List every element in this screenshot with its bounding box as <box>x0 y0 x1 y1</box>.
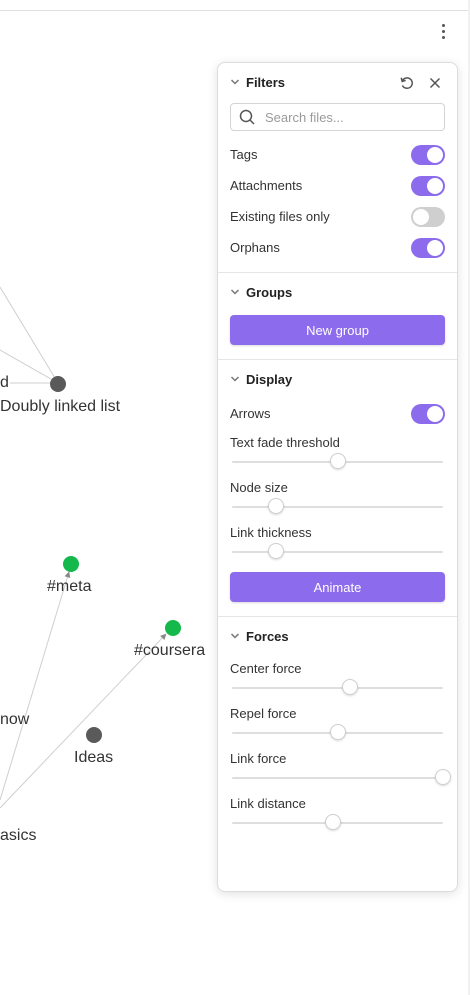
display-title: Display <box>246 371 293 387</box>
slider-center-force: Center force <box>218 661 457 700</box>
slider-text-fade: Text fade threshold <box>218 435 457 474</box>
filters-section: Filters Tags Attachments <box>218 63 457 273</box>
slider-thumb[interactable] <box>329 724 346 740</box>
display-header[interactable]: Display <box>218 360 457 398</box>
chevron-down-icon <box>230 376 240 382</box>
orphans-label: Orphans <box>230 240 280 255</box>
attachments-toggle[interactable] <box>411 175 445 196</box>
graph-link <box>0 286 59 384</box>
orphans-toggle[interactable] <box>411 237 445 258</box>
node-size-label: Node size <box>230 480 288 495</box>
node-label[interactable]: d <box>0 374 9 392</box>
toggle-row-orphans: Orphans <box>218 232 457 263</box>
reset-icon[interactable] <box>399 75 415 91</box>
toggle-row-existing-files: Existing files only <box>218 201 457 232</box>
slider-thumb[interactable] <box>435 769 451 785</box>
link-thickness-label: Link thickness <box>230 525 312 540</box>
node-label[interactable]: now <box>0 711 29 729</box>
graph-node <box>50 376 66 392</box>
graph-link <box>0 571 71 801</box>
display-section: Display Arrows Text fade threshold Node … <box>218 360 457 617</box>
repel-force-slider[interactable] <box>230 721 445 745</box>
slider-thumb[interactable] <box>268 543 285 559</box>
chevron-down-icon <box>230 289 240 295</box>
search-icon <box>239 109 255 125</box>
slider-link-distance: Link distance <box>218 796 457 835</box>
graph-node <box>165 620 181 636</box>
node-label[interactable]: Doubly linked list <box>0 398 120 416</box>
slider-thumb[interactable] <box>325 814 342 830</box>
repel-force-label: Repel force <box>230 706 297 721</box>
node-size-slider[interactable] <box>230 495 445 519</box>
filters-title: Filters <box>246 74 286 90</box>
center-force-slider[interactable] <box>230 676 445 700</box>
center-force-label: Center force <box>230 661 302 676</box>
node-label[interactable]: asics <box>0 827 36 845</box>
slider-repel-force: Repel force <box>218 706 457 745</box>
node-label[interactable]: Ideas <box>74 749 113 767</box>
toggle-row-arrows: Arrows <box>218 398 457 429</box>
groups-header[interactable]: Groups <box>218 273 457 311</box>
slider-node-size: Node size <box>218 480 457 519</box>
toggle-row-attachments: Attachments <box>218 170 457 201</box>
attachments-label: Attachments <box>230 178 303 193</box>
new-group-button[interactable]: New group <box>230 315 445 345</box>
close-icon[interactable] <box>427 75 443 91</box>
graph-node <box>86 727 102 743</box>
tags-label: Tags <box>230 147 258 162</box>
slider-link-thickness: Link thickness <box>218 525 457 564</box>
slider-link-force: Link force <box>218 751 457 790</box>
forces-section: Forces Center force Repel force Link for… <box>218 617 457 835</box>
node-label[interactable]: #meta <box>47 578 91 596</box>
chevron-down-icon <box>230 633 240 639</box>
text-fade-threshold-slider[interactable] <box>230 450 445 474</box>
tags-toggle[interactable] <box>411 144 445 165</box>
slider-thumb[interactable] <box>268 498 285 514</box>
search-files-input[interactable] <box>263 108 427 126</box>
animate-button[interactable]: Animate <box>230 572 445 602</box>
chevron-down-icon <box>230 79 240 85</box>
graph-node <box>63 556 79 572</box>
graph-settings-panel: Filters Tags Attachments <box>217 62 458 892</box>
node-label[interactable]: #coursera <box>134 642 205 660</box>
link-distance-slider[interactable] <box>230 811 445 835</box>
existing-files-only-toggle[interactable] <box>411 206 445 227</box>
slider-thumb[interactable] <box>329 453 346 469</box>
groups-title: Groups <box>246 284 293 300</box>
forces-title: Forces <box>246 628 289 644</box>
link-force-label: Link force <box>230 751 287 766</box>
existing-files-only-label: Existing files only <box>230 209 330 224</box>
slider-thumb[interactable] <box>342 679 359 695</box>
link-thickness-slider[interactable] <box>230 540 445 564</box>
search-files-field[interactable] <box>230 103 445 131</box>
arrows-label: Arrows <box>230 406 271 421</box>
link-force-slider[interactable] <box>230 766 451 790</box>
toggle-row-tags: Tags <box>218 139 457 170</box>
groups-section: Groups New group <box>218 273 457 360</box>
arrows-toggle[interactable] <box>411 403 445 424</box>
link-distance-label: Link distance <box>230 796 306 811</box>
forces-header[interactable]: Forces <box>218 617 457 655</box>
text-fade-threshold-label: Text fade threshold <box>230 435 340 450</box>
